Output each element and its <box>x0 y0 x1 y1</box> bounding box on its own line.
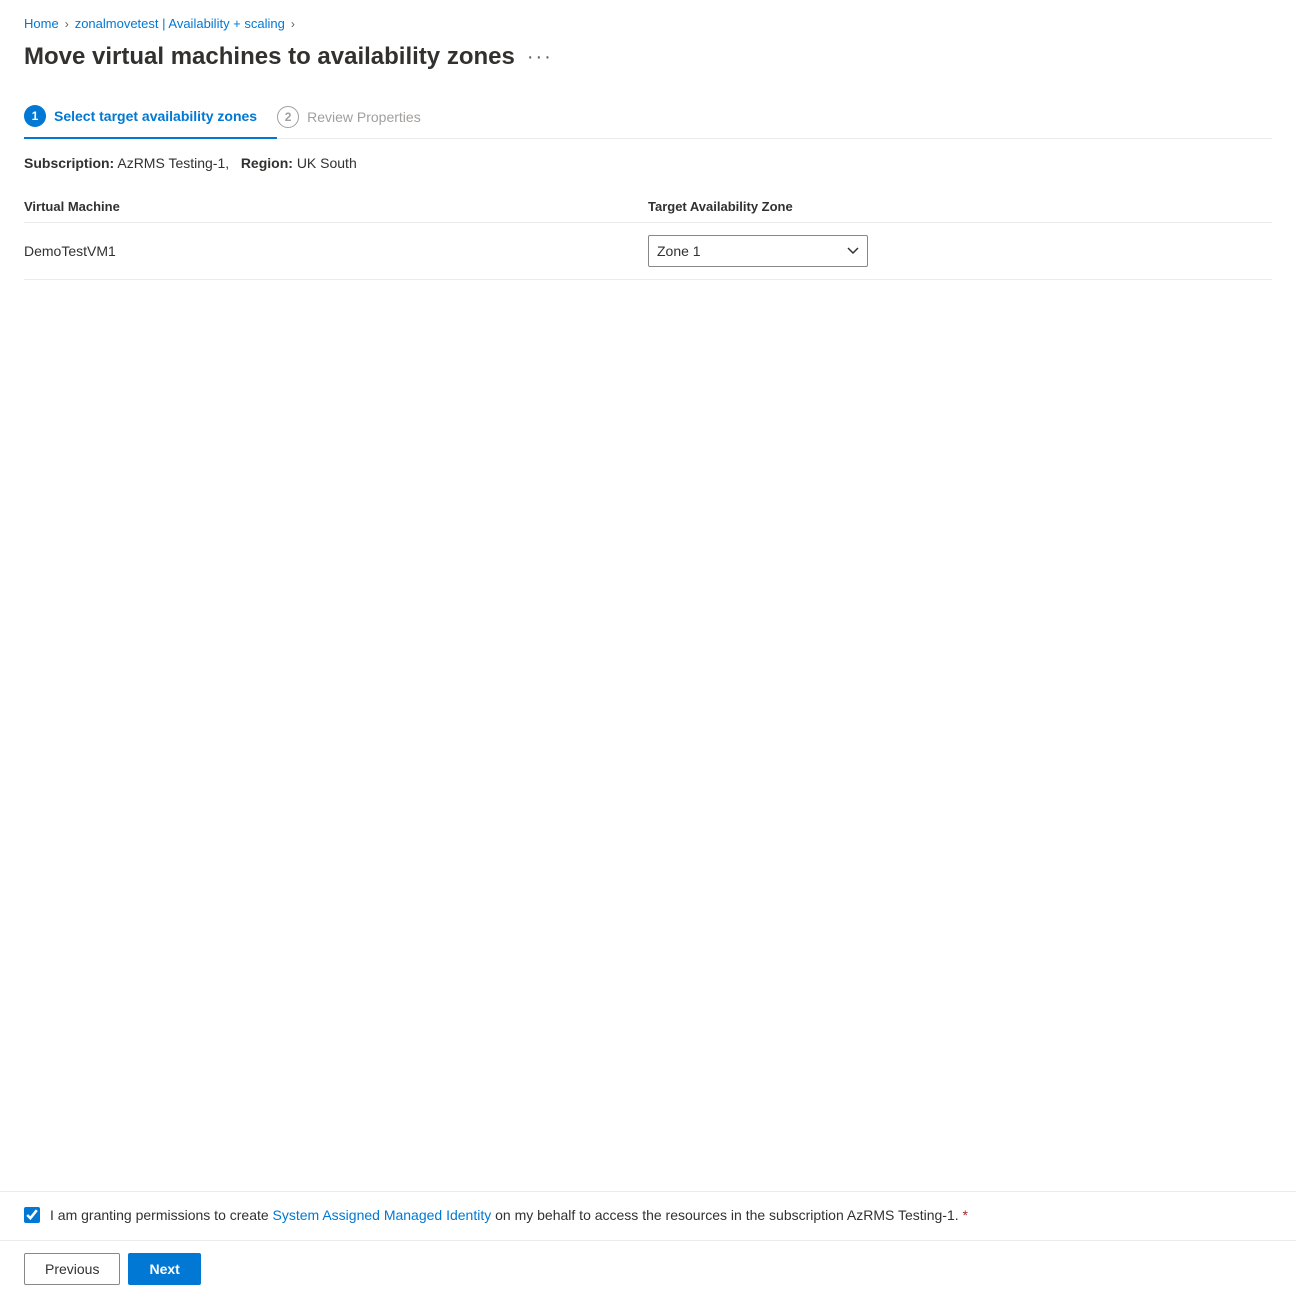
breadcrumb-sep-1: › <box>65 17 69 31</box>
page-title-menu-icon[interactable]: ··· <box>527 46 553 69</box>
consent-text-2: on my behalf to access the resources in … <box>495 1207 959 1223</box>
consent-text-1: I am granting permissions to create <box>50 1207 269 1223</box>
button-row: Previous Next <box>0 1241 1296 1297</box>
region-label: Region: <box>241 155 293 171</box>
wizard-steps: 1 Select target availability zones 2 Rev… <box>24 95 1272 139</box>
consent-row: I am granting permissions to create Syst… <box>0 1192 1296 1241</box>
region-value: UK South <box>297 155 357 171</box>
consent-text: I am granting permissions to create Syst… <box>50 1206 968 1226</box>
page-title-row: Move virtual machines to availability zo… <box>24 43 1272 71</box>
breadcrumb: Home › zonalmovetest | Availability + sc… <box>24 16 1272 31</box>
zone-select[interactable]: Zone 1Zone 2Zone 3 <box>648 235 868 267</box>
vm-name-cell: DemoTestVM1 <box>24 223 648 280</box>
breadcrumb-home[interactable]: Home <box>24 16 59 31</box>
subscription-info: Subscription: AzRMS Testing-1, Region: U… <box>24 155 1272 171</box>
wizard-step-1[interactable]: 1 Select target availability zones <box>24 95 277 139</box>
subscription-label: Subscription: <box>24 155 114 171</box>
consent-required-mark: * <box>963 1207 968 1223</box>
page-title: Move virtual machines to availability zo… <box>24 43 515 71</box>
table-row: DemoTestVM1Zone 1Zone 2Zone 3 <box>24 223 1272 280</box>
consent-link[interactable]: System Assigned Managed Identity <box>273 1207 492 1223</box>
vm-table: Virtual Machine Target Availability Zone… <box>24 191 1272 280</box>
subscription-value: AzRMS Testing-1, <box>117 155 229 171</box>
footer-area: I am granting permissions to create Syst… <box>0 1191 1296 1297</box>
breadcrumb-sep-2: › <box>291 17 295 31</box>
consent-checkbox[interactable] <box>24 1207 40 1223</box>
step-2-circle: 2 <box>277 106 299 128</box>
breadcrumb-resource[interactable]: zonalmovetest | Availability + scaling <box>75 16 285 31</box>
previous-button[interactable]: Previous <box>24 1253 120 1285</box>
col-zone-header: Target Availability Zone <box>648 191 1272 223</box>
step-1-circle: 1 <box>24 105 46 127</box>
step-1-label: Select target availability zones <box>54 108 257 124</box>
step-2-label: Review Properties <box>307 109 421 125</box>
zone-cell: Zone 1Zone 2Zone 3 <box>648 223 1272 280</box>
wizard-step-2[interactable]: 2 Review Properties <box>277 96 441 138</box>
next-button[interactable]: Next <box>128 1253 200 1285</box>
col-vm-header: Virtual Machine <box>24 191 648 223</box>
